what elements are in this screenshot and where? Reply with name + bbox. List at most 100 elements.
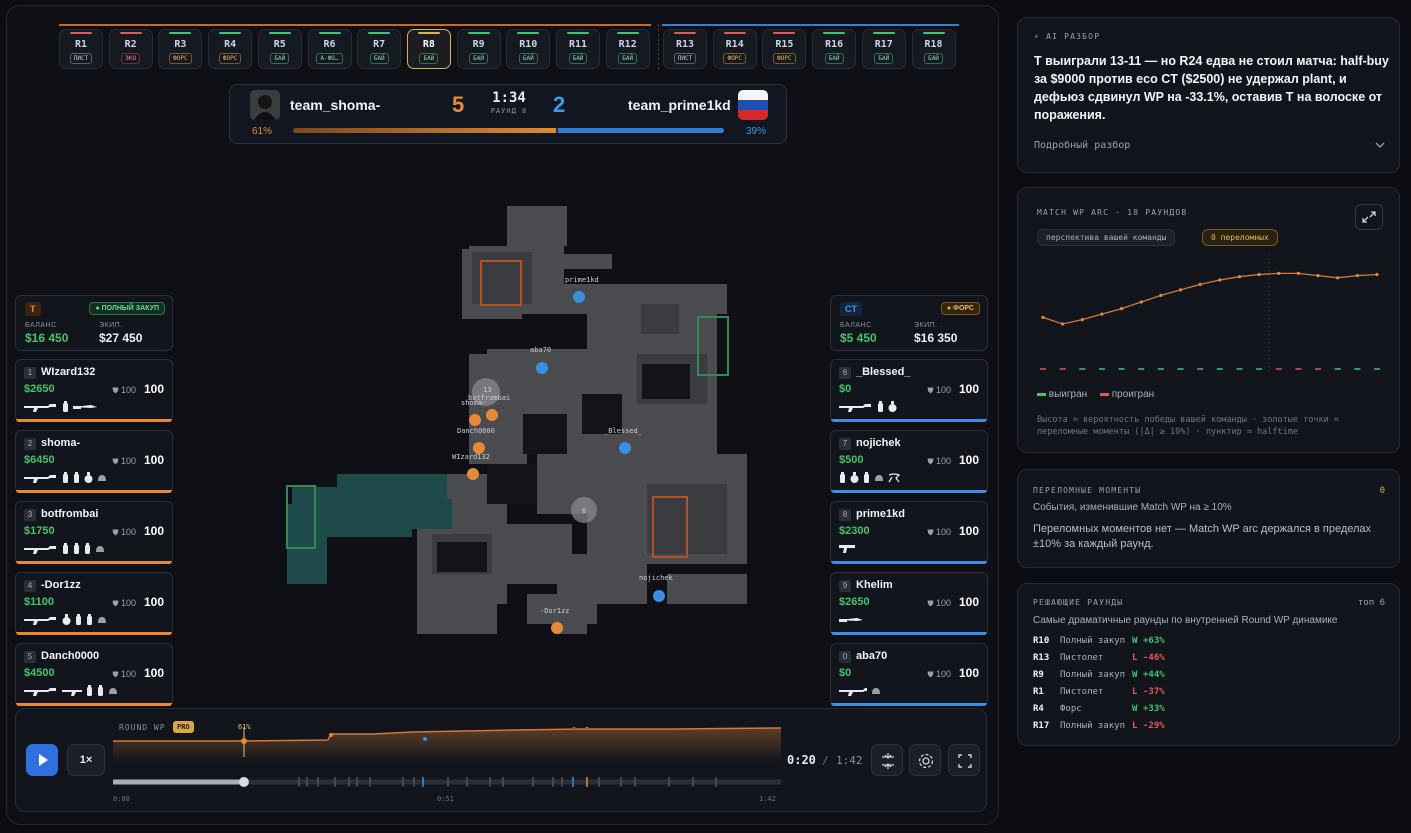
grenade-icon [87,614,92,625]
ai-details-toggle[interactable]: Подробный разбор [1034,140,1130,151]
svg-text:Danch0000: Danch0000 [457,427,495,435]
round-tab-r6[interactable]: R6 А-ФО… [307,29,352,69]
round-tab-r5[interactable]: R5 БАЙ [257,29,302,69]
ct-equip: $16 350 [914,331,958,345]
player-index: 5 [24,651,36,663]
player-card-prime1kd[interactable]: 8 prime1kd $2300 ⛊ 100 100 [830,501,988,564]
decisive-round-row[interactable]: R1 Пистолет L -37% [1033,687,1393,699]
play-button[interactable] [26,744,58,776]
player-index: 1 [24,367,36,379]
decisive-round-label: R13 [1033,653,1050,663]
ai-title: ⚡ AI РАЗБОР [1034,32,1101,41]
round-buy-tag: ФОРС [773,53,796,64]
wp-arc-point [1257,272,1261,277]
round-tab-r9[interactable]: R9 БАЙ [456,29,501,69]
first-half-bar [59,24,651,26]
decisive-round-type: Полный закуп [1060,670,1126,680]
player-card-wizard132[interactable]: 1 WIzard132 $2650 ⛊ 100 100 [15,359,173,422]
ct-balance-label: БАЛАНС [840,322,872,329]
playback-speed-button[interactable]: 1× [67,744,105,776]
decisive-round-row[interactable]: R10 Полный закуп W +63% [1033,636,1393,648]
wp-arc-point [1336,276,1340,280]
player-name: Danch0000 [41,650,100,662]
round-tab-r4[interactable]: R4 ФОРС [208,29,253,69]
collapse-button[interactable] [871,744,903,776]
shield-icon: ⛊ [112,528,119,537]
round-buy-tag: БАЙ [369,53,389,64]
round-tab-r3[interactable]: R3 ФОРС [158,29,203,69]
player-card-danch0000[interactable]: 5 Danch0000 $4500 ⛊ 100 100 [15,643,173,706]
round-tab-r10[interactable]: R10 БАЙ [506,29,551,69]
round-wp-graph[interactable] [113,727,781,817]
round-tab-r16[interactable]: R16 БАЙ [812,29,857,69]
decisive-round-row[interactable]: R17 Полный закуп L -29% [1033,721,1393,733]
player-equipment [24,542,105,556]
round-tab-r11[interactable]: R11 БАЙ [556,29,600,69]
player-equipment [24,613,107,627]
player-armor: ⛊ 100 [112,598,136,608]
player-equipment [839,471,900,485]
fullscreen-button[interactable] [948,744,980,776]
round-tab-r13[interactable]: R13 ПИСТ [663,29,707,69]
round-tab-r8[interactable]: R8 БАЙ [406,29,451,69]
rifle-icon [24,475,56,483]
radar-map[interactable]: 13 6 prime1kd aba70 _Blessed_ nojichek b… [187,154,817,710]
player-card-nojichek[interactable]: 7 nojichek $500 ⛊ 100 100 [830,430,988,493]
shield-icon: ⛊ [927,599,934,608]
round-label: R16 [825,39,844,50]
wp-arc-point [1139,300,1143,304]
player-card-blessed[interactable]: 6 _Blessed_ $0 ⛊ 100 100 [830,359,988,422]
decisive-round-row[interactable]: R4 Форс W +33% [1033,704,1393,716]
round-tab-r1[interactable]: R1 ПИСТ [59,29,103,69]
helmet-icon [96,546,104,552]
player-card-shoma[interactable]: 2 shoma- $6450 ⛊ 100 100 [15,430,173,493]
round-label: R17 [874,39,893,50]
player-health: 100 [143,382,164,396]
round-label: R6 [323,39,336,50]
player-name: aba70 [856,650,888,662]
player-card-dor1zz[interactable]: 4 -Dor1zz $1100 ⛊ 100 100 [15,572,173,635]
grenade-icon [878,401,883,412]
decisive-title: РЕШАЮЩИЕ РАУНДЫ [1033,598,1124,607]
round-tab-r12[interactable]: R12 БАЙ [605,29,650,69]
round-tab-r2[interactable]: R2 ЭКО [108,29,153,69]
team-color-underline [16,632,172,635]
ai-summary: T выиграли 13-11 — но R24 едва не стоил … [1034,54,1389,122]
round-result-bar [467,32,490,34]
decisive-round-delta: +63% [1143,636,1165,646]
settings-button[interactable] [909,744,941,776]
team-color-underline [831,561,987,564]
round-tab-r17[interactable]: R17 БАЙ [861,29,906,69]
round-result-bar [616,32,639,34]
team-t-wp: 61% [252,126,273,137]
round-timeline: 1× ROUND WP PRO 61% [15,708,987,812]
turning-count-pill[interactable]: 0 переломных [1202,229,1278,246]
round-tab-r14[interactable]: R14 ФОРС [712,29,757,69]
t-wp-fill [293,128,556,133]
round-result-bar [169,32,192,34]
grenade-icon [840,472,845,483]
player-card-botfrombai[interactable]: 3 botfrombai $1750 ⛊ 100 100 [15,501,173,564]
timeline-tick-mid: 0:51 [437,795,454,803]
player-equipment [839,400,897,414]
round-tab-r15[interactable]: R15 ФОРС [762,29,807,69]
grenade-icon [74,472,79,483]
round-result-bar [417,32,440,34]
player-card-aba70[interactable]: 0 aba70 $0 ⛊ 100 100 [830,643,988,706]
perspective-pill[interactable]: перспектива вашей команды [1037,229,1176,246]
expand-button[interactable] [1355,204,1383,230]
ct-buy-badge: ● ФОРС [940,302,980,315]
round-tab-r18[interactable]: R18 БАЙ [911,29,956,69]
decisive-round-row[interactable]: R9 Полный закуп W +44% [1033,670,1393,682]
decisive-round-delta: +44% [1143,670,1165,680]
ct-side-tag: CT [840,302,862,316]
wp-arc-chart[interactable] [1037,254,1383,374]
scrub-handle[interactable] [238,777,249,787]
chevron-down-icon[interactable] [1375,140,1385,150]
gear-icon [918,753,934,769]
turning-title: ПЕРЕЛОМНЫЕ МОМЕНТЫ [1033,486,1142,495]
decisive-round-row[interactable]: R13 Пистолет L -46% [1033,653,1393,665]
round-tab-r7[interactable]: R7 БАЙ [357,29,402,69]
player-card-khelim[interactable]: 9 Khelim $2650 ⛊ 100 100 [830,572,988,635]
round-buy-tag: БАЙ [618,53,638,64]
